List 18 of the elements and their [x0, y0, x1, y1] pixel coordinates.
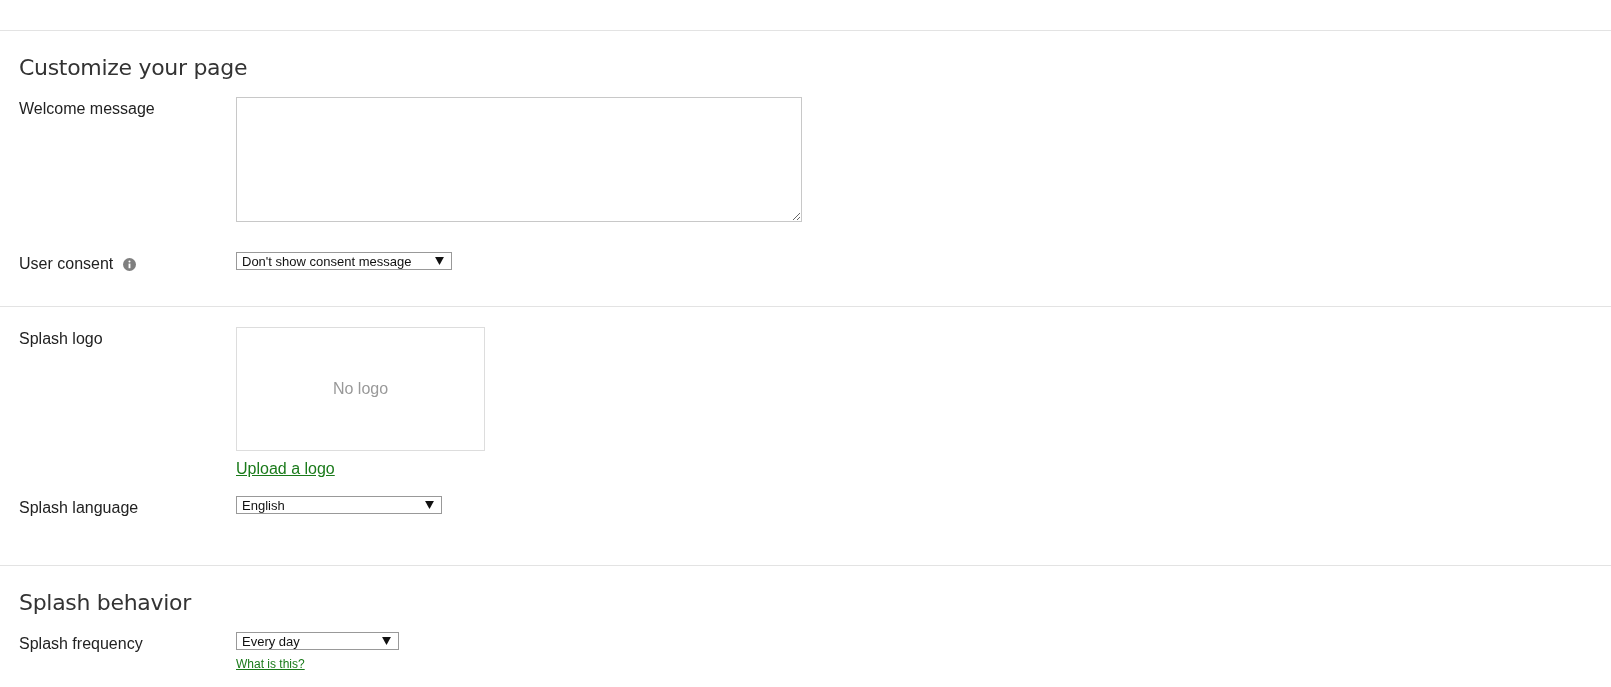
- message-field[interactable]: [236, 97, 802, 222]
- placeholder-text: No logo: [332, 380, 389, 398]
- caret-icon: [435, 257, 444, 265]
- field-label: User consent: [19, 255, 114, 273]
- caret-icon: [425, 501, 434, 509]
- link[interactable]: What is this?: [236, 657, 305, 671]
- caret-icon: [382, 637, 391, 645]
- dropdown[interactable]: Don't show consent message: [236, 252, 452, 270]
- section-heading: Splash behavior: [19, 590, 193, 615]
- link[interactable]: Upload a logo: [236, 460, 335, 478]
- info-icon[interactable]: [123, 257, 137, 271]
- dropdown[interactable]: English: [236, 496, 442, 514]
- section-heading: Customize your page: [19, 55, 249, 80]
- field-label: Splash language: [19, 499, 139, 517]
- field-label: Splash logo: [19, 330, 103, 348]
- field-label: Splash frequency: [19, 635, 143, 653]
- dropdown[interactable]: Every day: [236, 632, 399, 650]
- field-label: Welcome message: [19, 100, 155, 118]
